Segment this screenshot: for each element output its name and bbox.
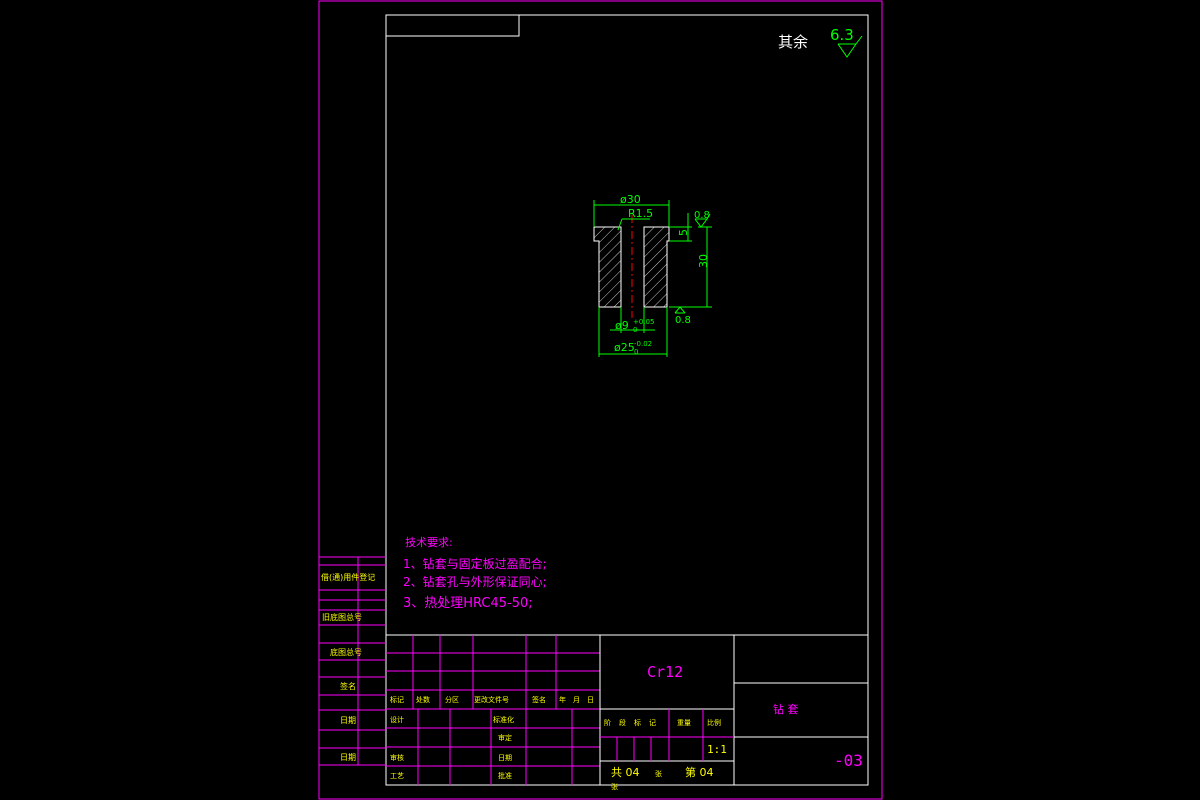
- part-name: 钻 套: [773, 702, 799, 716]
- dim-bore-tol-lower: 0: [633, 326, 637, 334]
- roughness-label: 其余: [778, 33, 808, 51]
- tech-heading: 技术要求:: [405, 536, 453, 549]
- sig-label-review: 审核: [390, 753, 404, 762]
- cad-drawing: 其余 6.3 ø30 R1.5 0.8 5 30 0.8 ø9 +0.05 0 …: [0, 0, 1200, 800]
- side-label-6: 日期: [340, 753, 356, 762]
- dim-body-diameter: ø25: [614, 341, 635, 354]
- scale-value: 1:1: [707, 743, 727, 756]
- weight-label: 重量: [677, 719, 691, 727]
- tech-item-1: 1、钻套与固定板过盈配合;: [403, 556, 547, 571]
- scale-label: 比例: [707, 718, 721, 727]
- dim-body-tol-upper: -0.02: [634, 340, 652, 348]
- stage-label-1: 阶: [604, 718, 611, 727]
- roughness-value: 6.3: [830, 26, 854, 44]
- tech-item-2: 2、钻套孔与外形保证同心;: [403, 574, 547, 589]
- material: Cr12: [647, 663, 683, 681]
- sheets-total: 共 04: [611, 766, 640, 779]
- rev-header-6: 年: [559, 695, 566, 704]
- tech-item-3: 3、热处理HRC45-50;: [403, 596, 533, 611]
- sig-label-standard: 标准化: [493, 715, 514, 724]
- roughness-bottom-value: 0.8: [675, 315, 691, 326]
- side-label-5: 日期: [340, 716, 356, 725]
- sig-label-approve: 批准: [498, 771, 512, 780]
- dim-flange-thickness: 5: [677, 229, 690, 236]
- dim-bore-tol-upper: +0.05: [633, 318, 654, 326]
- side-label-1: 借(通)用件登记: [321, 572, 375, 582]
- drawing-number: -03: [834, 751, 863, 770]
- dim-bore-diameter: ø9: [615, 319, 629, 332]
- sig-label-date: 日期: [498, 754, 512, 762]
- stage-label-3: 标: [634, 718, 641, 727]
- rev-header-3: 分区: [445, 695, 459, 704]
- rev-header-8: 日: [587, 696, 594, 704]
- rev-header-2: 处数: [416, 695, 430, 704]
- side-label-2: 旧底图总号: [322, 612, 362, 622]
- side-label-4: 签名: [340, 681, 356, 691]
- sig-label-process: 工艺: [390, 772, 404, 780]
- sig-label-design: 设计: [390, 715, 404, 724]
- stage-label-2: 段: [619, 718, 626, 727]
- rev-header-7: 月: [573, 696, 580, 704]
- sheet-current-prefix: 张: [655, 769, 662, 778]
- side-label-3: 底图总号: [330, 647, 362, 657]
- dim-flange-diameter: ø30: [620, 193, 641, 206]
- rev-header-4: 更改文件号: [474, 695, 509, 704]
- dim-body-tol-lower: 0: [634, 348, 638, 356]
- stage-label-4: 记: [649, 719, 656, 727]
- rev-header-5: 签名: [532, 695, 546, 704]
- sig-label-audit: 审定: [498, 733, 512, 742]
- dim-fillet-radius: R1.5: [628, 207, 653, 220]
- sheet-current: 第 04: [685, 765, 714, 779]
- sheets-total-suffix: 张: [611, 782, 618, 791]
- dim-overall-height: 30: [697, 254, 710, 268]
- rev-header-1: 标记: [390, 695, 404, 704]
